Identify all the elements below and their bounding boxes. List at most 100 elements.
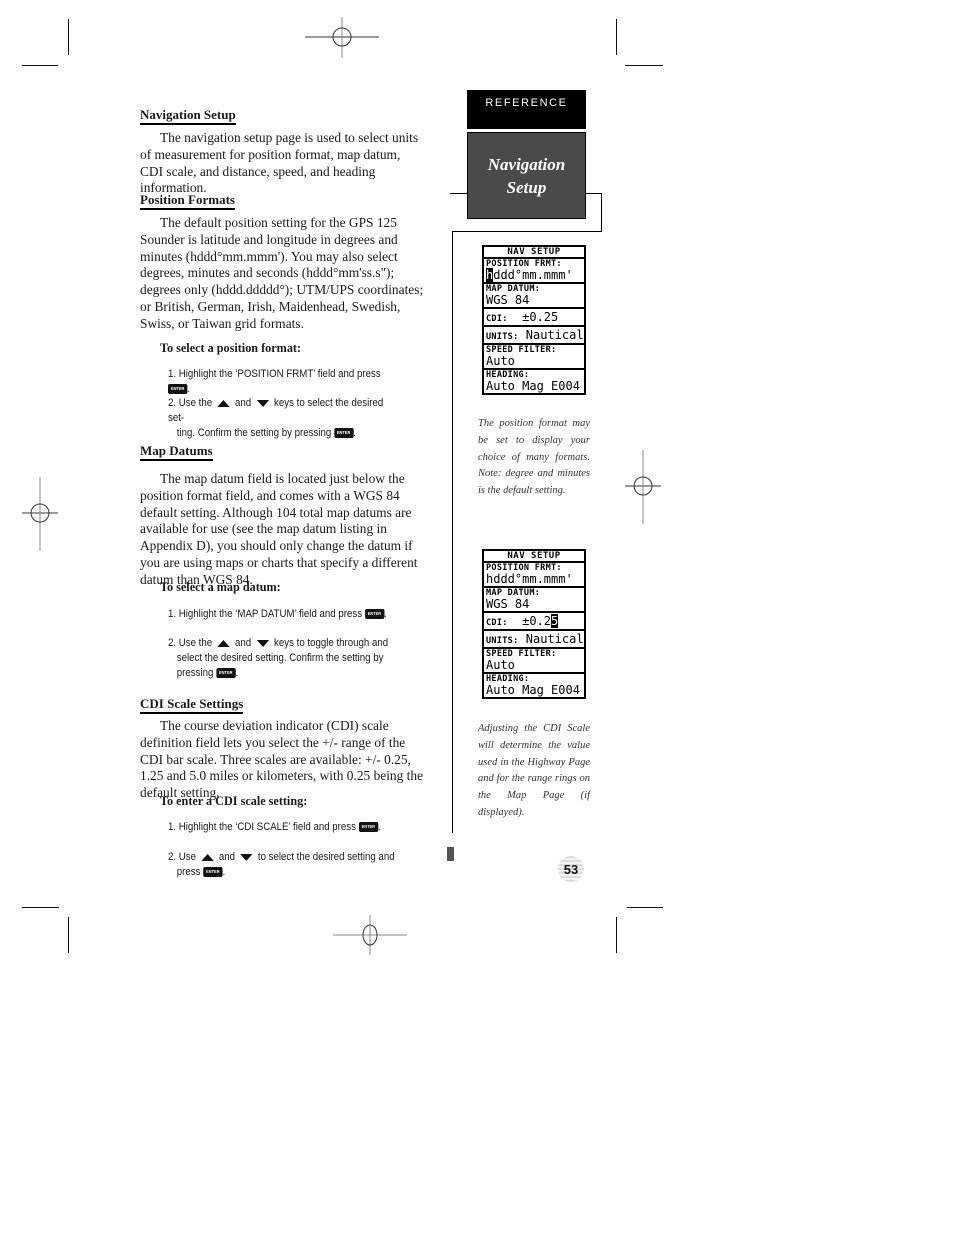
step-text: 2. Use the <box>168 637 213 649</box>
crop-mark <box>627 907 663 908</box>
registration-mark-icon <box>625 450 661 524</box>
field-value: ddd°mm.mmm' <box>493 268 573 282</box>
enter-key-icon: ENTER <box>216 668 236 679</box>
registration-mark-icon <box>22 477 58 551</box>
registration-mark-icon <box>333 915 407 955</box>
down-arrow-icon <box>240 853 253 861</box>
field-value: WGS 84 <box>486 293 530 307</box>
step-text: 1. Highlight the ‘MAP DATUM’ field and p… <box>168 608 363 620</box>
divider-line <box>452 231 602 232</box>
step-text: 1. Highlight the ‘CDI SCALE’ field and p… <box>168 821 356 833</box>
field-value: Auto Mag E004 <box>486 683 580 697</box>
enter-key-icon: ENTER <box>203 867 223 878</box>
field-label: CDI: <box>486 618 508 628</box>
cdi-field: CDI: ±0.25 <box>484 613 584 631</box>
field-value: Auto <box>486 658 515 672</box>
field-value: Nautical <box>525 632 584 646</box>
step-text: 2. Use <box>168 851 196 863</box>
up-arrow-icon <box>217 639 230 647</box>
paragraph-map-datums: The map datum field is located just belo… <box>140 471 427 589</box>
divider-line <box>586 193 601 194</box>
step-text: press <box>176 866 201 878</box>
map-datum-field: MAP DATUM: WGS 84 <box>484 284 584 309</box>
enter-key-icon: ENTER <box>364 609 385 620</box>
down-arrow-icon <box>256 639 269 647</box>
up-arrow-icon <box>217 399 230 407</box>
enter-key-icon: ENTER <box>358 822 379 833</box>
registration-mark-icon <box>305 17 379 58</box>
speed-filter-field: SPEED FILTER: Auto <box>484 649 584 674</box>
section-heading-cdi-scale: CDI Scale Settings <box>140 696 244 714</box>
crop-mark <box>68 19 69 55</box>
enter-key-icon: ENTER <box>333 428 354 439</box>
reference-tab: REFERENCE <box>467 90 586 129</box>
paragraph-text: The navigation setup page is used to sel… <box>140 130 419 196</box>
heading-field: HEADING: Auto Mag E004 <box>484 674 584 697</box>
step-text: and <box>235 637 252 649</box>
paragraph-text: The course deviation indicator (CDI) sca… <box>140 718 424 801</box>
screen-header: NAV SETUP <box>484 551 584 563</box>
field-value: Auto Mag E004 <box>486 379 580 393</box>
procedure-title: To select a position format: <box>160 341 302 355</box>
step-text: 2. Use the <box>168 397 213 409</box>
procedure-title: To enter a CDI scale setting: <box>160 794 308 808</box>
figure-caption: The position format may be set to displa… <box>478 418 590 497</box>
position-format-field: POSITION FRMT: hddd°mm.mmm' <box>484 563 584 588</box>
field-value: ±0.25 <box>522 310 559 324</box>
field-value: Auto <box>486 354 515 368</box>
units-field: UNITS: Nautical <box>484 631 584 649</box>
step-text: to select the desired setting and <box>257 851 395 863</box>
paragraph-text: The map datum field is located just belo… <box>140 471 418 587</box>
heading-field: HEADING: Auto Mag E004 <box>484 370 584 393</box>
figure-caption: Adjusting the CDI Scale will determine t… <box>478 723 590 818</box>
procedure-step: 1. Highlight the ‘MAP DATUM’ field and p… <box>168 608 387 620</box>
enter-key-icon: ENTER <box>168 384 188 395</box>
down-arrow-icon <box>256 399 269 407</box>
field-cursor: 5 <box>551 614 559 628</box>
gps-screen-nav-setup: NAV SETUP POSITION FRMT: hddd°mm.mmm' MA… <box>482 549 586 699</box>
crop-mark <box>22 65 58 66</box>
field-value: ±0.2 <box>522 614 552 628</box>
screen-header: NAV SETUP <box>484 247 584 259</box>
divider-line <box>452 231 453 833</box>
margin-marker <box>447 847 454 861</box>
crop-mark <box>68 917 69 953</box>
page-number-badge: 53 <box>558 856 584 882</box>
paragraph-cdi-scale: The course deviation indicator (CDI) sca… <box>140 718 430 802</box>
step-text: ting. Confirm the setting by pressing <box>176 427 332 439</box>
field-value: WGS 84 <box>486 597 530 611</box>
crop-mark <box>625 65 663 66</box>
sidebar-title-line: Setup <box>506 177 547 197</box>
paragraph-position-formats: The default position setting for the GPS… <box>140 215 425 333</box>
procedure-step: 2. Use the and keys to toggle through and … <box>168 636 397 681</box>
page-number: 53 <box>563 861 579 877</box>
map-datum-field: MAP DATUM: WGS 84 <box>484 588 584 613</box>
section-heading-navigation-setup: Navigation Setup <box>140 107 236 125</box>
step-text: and <box>218 851 236 863</box>
field-label: CDI: <box>486 314 508 324</box>
sidebar-title-line: Navigation <box>487 154 566 174</box>
crop-mark <box>22 907 59 908</box>
field-value: hddd°mm.mmm' <box>486 572 573 586</box>
divider-line <box>601 193 602 231</box>
procedure-title: To select a map datum: <box>160 580 281 594</box>
field-value: Nautical <box>525 328 584 342</box>
position-format-field: POSITION FRMT: hddd°mm.mmm' <box>484 259 584 284</box>
units-field: UNITS: Nautical <box>484 327 584 345</box>
crop-mark <box>616 917 617 953</box>
sidebar-title-box: Navigation Setup <box>467 132 586 219</box>
step-text: and <box>235 397 252 409</box>
field-label: UNITS: <box>486 636 519 646</box>
divider-line <box>450 193 467 194</box>
procedure-step: 2. Use and to select the desired setting a… <box>168 851 395 878</box>
cdi-field: CDI: ±0.25 <box>484 309 584 327</box>
paragraph-text: The default position setting for the GPS… <box>140 215 424 331</box>
paragraph-navigation-setup: The navigation setup page is used to sel… <box>140 130 425 197</box>
procedure-step: 2. Use the and keys to select the desired … <box>168 397 384 439</box>
section-heading-map-datums: Map Datums <box>140 443 213 461</box>
step-text: pressing <box>176 667 214 679</box>
crop-mark <box>616 19 617 55</box>
gps-screen-nav-setup: NAV SETUP POSITION FRMT: hddd°mm.mmm' MA… <box>482 245 586 395</box>
speed-filter-field: SPEED FILTER: Auto <box>484 345 584 370</box>
up-arrow-icon <box>201 853 214 861</box>
